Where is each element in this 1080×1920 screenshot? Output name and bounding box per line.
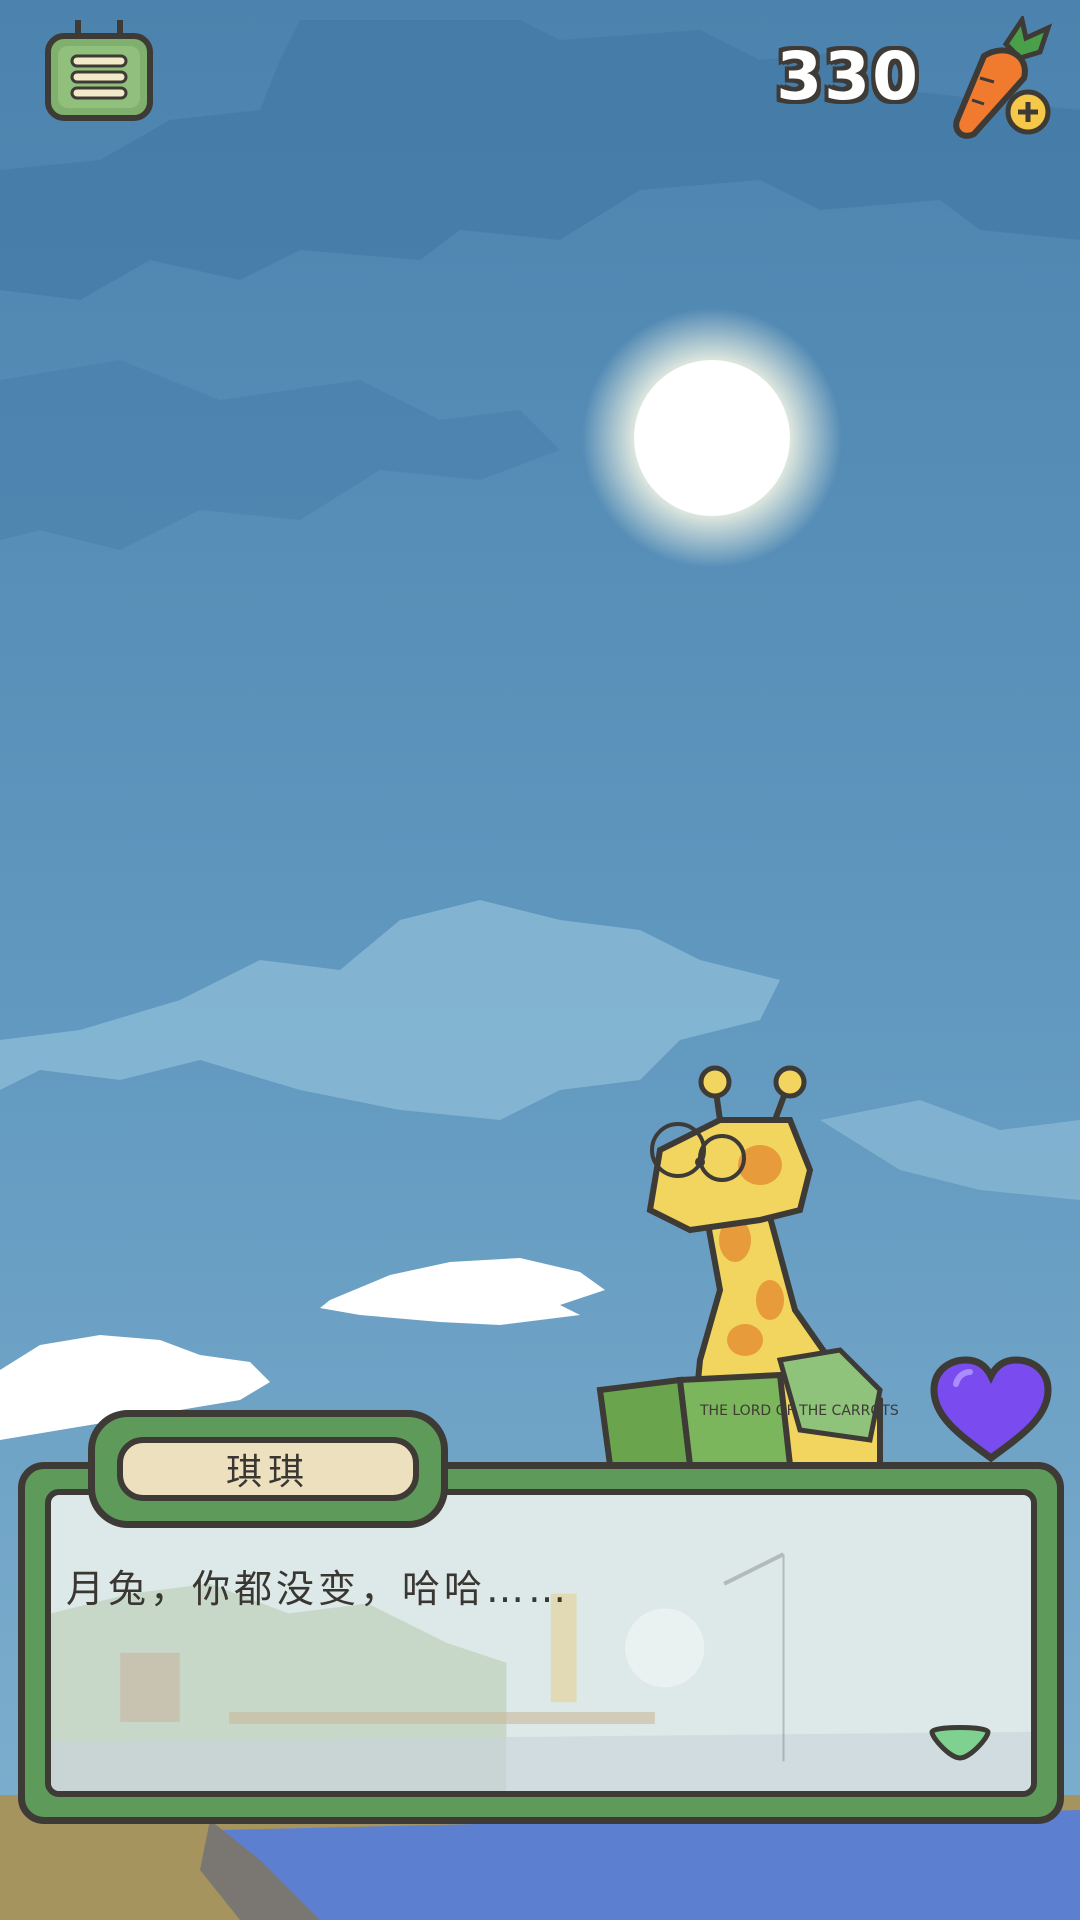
dialog-panel xyxy=(45,1489,1037,1797)
speaker-name-tab: 琪琪 xyxy=(88,1410,448,1528)
carrot-add-button[interactable] xyxy=(944,13,1054,140)
chevron-down-icon xyxy=(929,1725,991,1761)
dialog-next-indicator[interactable] xyxy=(926,1722,994,1764)
heart-button[interactable] xyxy=(928,1354,1054,1466)
speaker-name: 琪琪 xyxy=(117,1437,419,1501)
carrot-count: 330 xyxy=(776,38,920,115)
carrot-add-icon xyxy=(953,13,1053,139)
book-title: THE LORD OF THE CARROTS xyxy=(699,1403,899,1419)
menu-button[interactable] xyxy=(44,20,154,122)
heart-icon xyxy=(930,1356,1052,1463)
dialog-background-scene xyxy=(51,1552,1031,1791)
dialog-text: 月兔，你都没变，哈哈…… xyxy=(66,1567,571,1611)
menu-icon xyxy=(45,20,153,121)
